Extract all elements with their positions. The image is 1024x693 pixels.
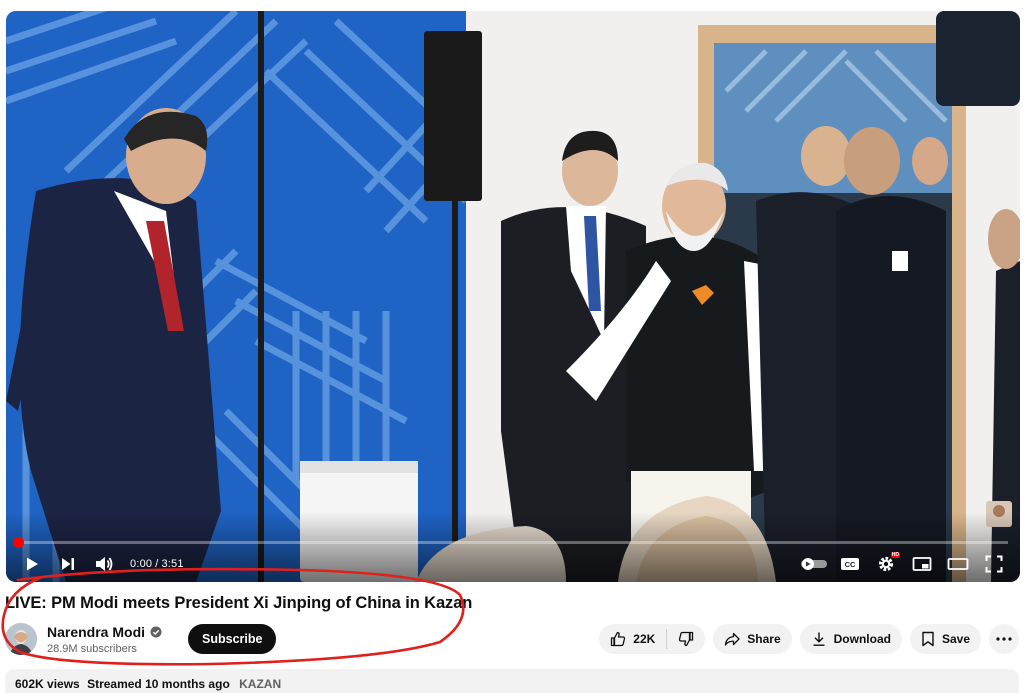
more-horizontal-icon bbox=[996, 637, 1012, 641]
thumb-up-icon bbox=[611, 631, 626, 647]
save-button[interactable]: Save bbox=[909, 624, 981, 654]
subscribe-button[interactable]: Subscribe bbox=[188, 624, 277, 654]
next-button[interactable] bbox=[50, 549, 86, 579]
stream-date: Streamed 10 months ago bbox=[87, 677, 230, 691]
autoplay-toggle-icon bbox=[801, 558, 827, 570]
video-frame bbox=[6, 11, 1020, 582]
like-button[interactable]: 22K bbox=[599, 624, 666, 654]
channel-avatar[interactable] bbox=[5, 623, 37, 655]
channel-owner-row: Narendra Modi 28.9M subscribers Subscrib… bbox=[5, 621, 277, 657]
verified-check-icon bbox=[150, 626, 162, 637]
bookmark-icon bbox=[922, 631, 934, 647]
thumb-down-icon bbox=[679, 631, 694, 647]
avatar-image bbox=[5, 623, 37, 655]
channel-name-row[interactable]: Narendra Modi bbox=[47, 624, 162, 640]
miniplayer-button[interactable] bbox=[904, 549, 940, 579]
video-actions: 22K Share Download Save bbox=[599, 624, 1019, 654]
miniplayer-icon bbox=[912, 557, 932, 571]
captions-button[interactable]: CC bbox=[832, 549, 868, 579]
video-player[interactable]: 0:00/3:51 CC HD bbox=[6, 11, 1020, 582]
location-tag[interactable]: KAZAN bbox=[239, 677, 281, 691]
like-dislike-group: 22K bbox=[599, 624, 706, 654]
time-display: 0:00/3:51 bbox=[130, 558, 184, 570]
download-icon bbox=[813, 632, 825, 646]
captions-icon: CC bbox=[841, 558, 859, 570]
video-title: LIVE: PM Modi meets President Xi Jinping… bbox=[5, 594, 473, 612]
time-current: 0:00 bbox=[130, 558, 153, 570]
player-controls: 0:00/3:51 CC HD bbox=[6, 549, 1020, 579]
volume-button[interactable] bbox=[86, 549, 122, 579]
svg-text:CC: CC bbox=[845, 560, 856, 569]
download-button[interactable]: Download bbox=[799, 624, 902, 654]
progress-bar[interactable] bbox=[13, 537, 1008, 548]
subscriber-count: 28.9M subscribers bbox=[47, 642, 137, 655]
like-count: 22K bbox=[633, 632, 656, 646]
next-icon bbox=[62, 558, 74, 570]
channel-info: Narendra Modi 28.9M subscribers bbox=[47, 624, 162, 655]
channel-name[interactable]: Narendra Modi bbox=[47, 624, 145, 640]
share-arrow-icon bbox=[725, 632, 740, 646]
theater-mode-button[interactable] bbox=[940, 549, 976, 579]
more-actions-button[interactable] bbox=[989, 624, 1019, 654]
time-separator: / bbox=[155, 558, 159, 570]
settings-button[interactable]: HD bbox=[868, 549, 904, 579]
share-button[interactable]: Share bbox=[713, 624, 792, 654]
description-box[interactable]: 602K views Streamed 10 months ago KAZAN bbox=[5, 669, 1019, 693]
fullscreen-button[interactable] bbox=[976, 549, 1012, 579]
view-count: 602K views bbox=[15, 677, 80, 691]
theater-mode-icon bbox=[947, 558, 969, 570]
fullscreen-icon bbox=[985, 555, 1003, 573]
volume-icon bbox=[96, 557, 113, 571]
download-label: Download bbox=[833, 632, 891, 646]
player-controls-right: CC HD bbox=[796, 549, 1020, 579]
share-label: Share bbox=[747, 632, 781, 646]
time-total: 3:51 bbox=[161, 558, 184, 570]
save-label: Save bbox=[941, 632, 970, 646]
play-icon bbox=[27, 557, 38, 571]
hd-badge: HD bbox=[890, 552, 900, 558]
progress-scrubber[interactable] bbox=[13, 537, 24, 548]
dislike-button[interactable] bbox=[667, 624, 705, 654]
autoplay-toggle[interactable] bbox=[796, 549, 832, 579]
play-button[interactable] bbox=[14, 549, 50, 579]
